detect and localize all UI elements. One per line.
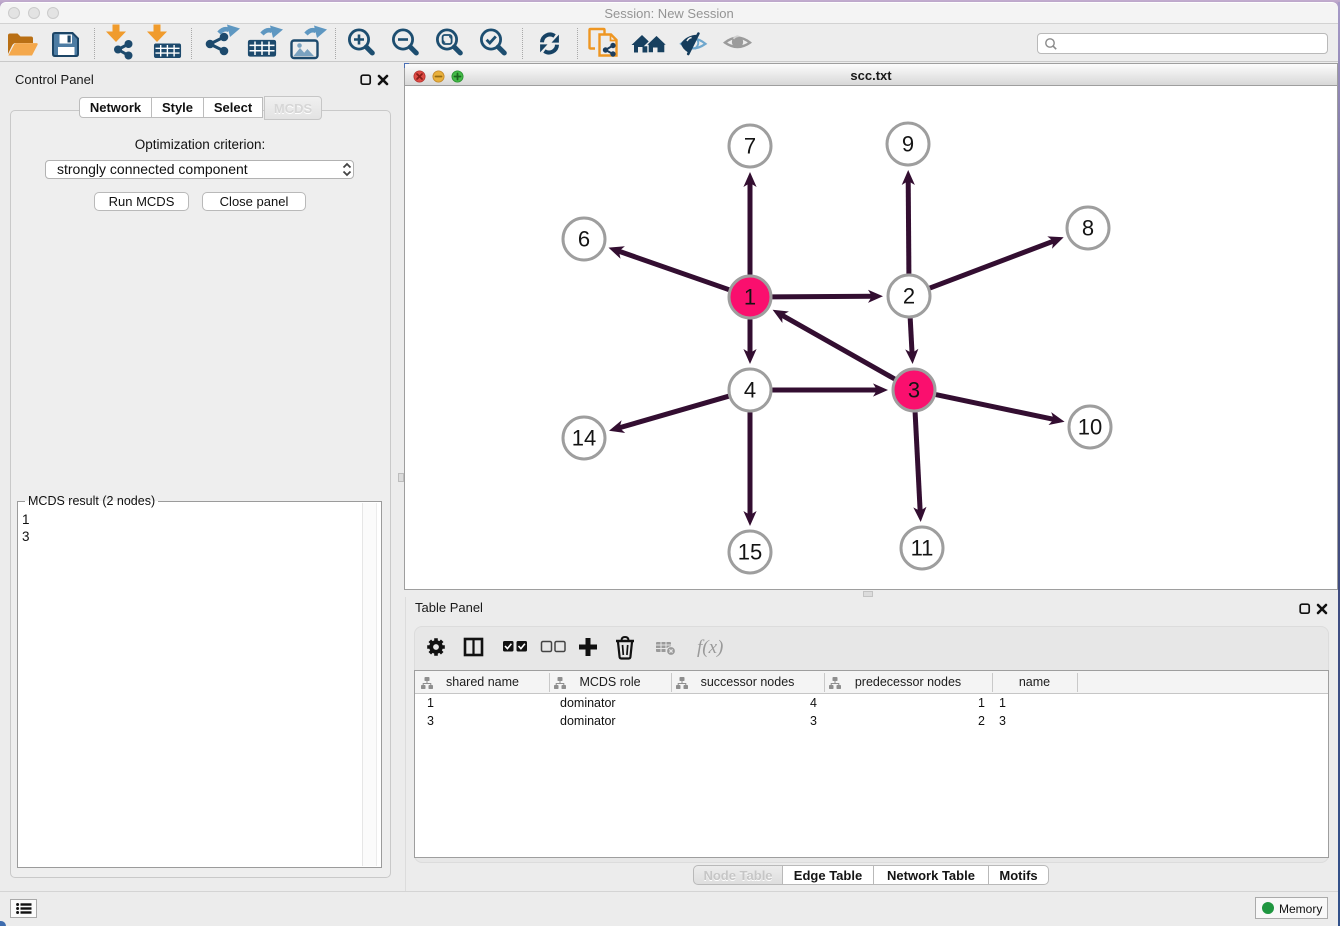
svg-text:4: 4 [744, 378, 756, 403]
svg-text:2: 2 [903, 284, 915, 309]
svg-text:10: 10 [1078, 415, 1102, 440]
svg-text:15: 15 [738, 540, 762, 565]
svg-text:11: 11 [911, 536, 934, 561]
svg-text:7: 7 [744, 134, 756, 159]
svg-text:9: 9 [902, 132, 914, 157]
svg-text:1: 1 [744, 285, 756, 310]
svg-text:f(x): f(x) [697, 637, 723, 658]
svg-text:14: 14 [572, 426, 596, 451]
svg-text:3: 3 [908, 378, 920, 403]
svg-text:6: 6 [578, 227, 590, 252]
svg-text:8: 8 [1082, 216, 1094, 241]
